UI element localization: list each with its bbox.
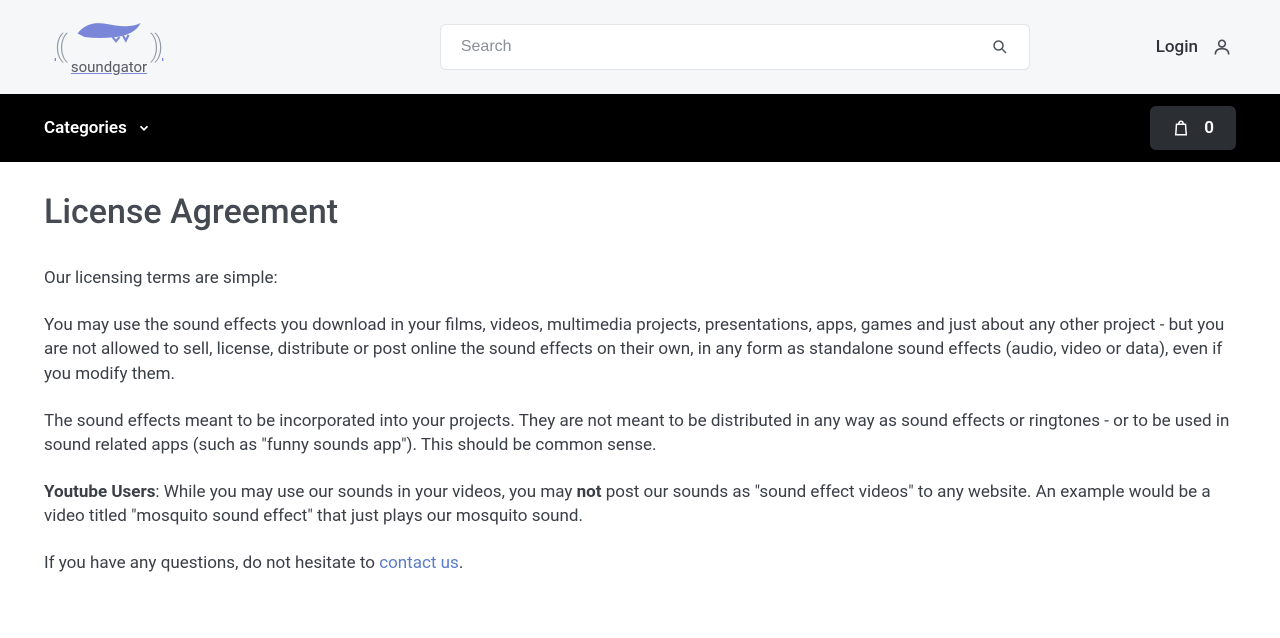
top-bar: (( soundgator (( Login (0, 0, 1280, 94)
search-box (440, 24, 1030, 70)
contact-pre: If you have any questions, do not hesita… (44, 553, 379, 573)
categories-menu[interactable]: Categories (44, 118, 151, 138)
cart-button[interactable]: 0 (1150, 106, 1236, 150)
categories-label: Categories (44, 118, 127, 138)
youtube-text-1: : While you may use our sounds in your v… (155, 482, 576, 502)
paren-left-icon: (( (55, 29, 63, 64)
search-icon[interactable] (991, 38, 1009, 56)
paren-right-icon: (( (155, 29, 163, 64)
paragraph-distribution: The sound effects meant to be incorporat… (44, 409, 1234, 458)
gator-icon (69, 16, 149, 44)
contact-post: . (459, 553, 463, 573)
paragraph-intro: Our licensing terms are simple: (44, 266, 1234, 291)
search-input[interactable] (461, 38, 991, 56)
chevron-down-icon (137, 121, 151, 135)
person-icon[interactable] (1212, 37, 1232, 57)
login-link[interactable]: Login (1156, 37, 1198, 57)
nav-bar: Categories 0 (0, 94, 1280, 162)
youtube-not: not (577, 482, 602, 502)
paragraph-contact: If you have any questions, do not hesita… (44, 551, 1234, 576)
youtube-users-label: Youtube Users (44, 482, 155, 502)
shopping-bag-icon (1172, 119, 1190, 137)
page-title: License Agreement (44, 192, 1236, 232)
contact-us-link[interactable]: contact us (379, 553, 459, 573)
logo[interactable]: (( soundgator (( (44, 18, 174, 76)
paragraph-youtube: Youtube Users: While you may use our sou… (44, 480, 1234, 529)
paragraph-usage: You may use the sound effects you downlo… (44, 313, 1234, 387)
brand-name: soundgator (71, 58, 147, 76)
main-content: License Agreement Our licensing terms ar… (0, 162, 1280, 638)
cart-count: 0 (1204, 118, 1214, 138)
